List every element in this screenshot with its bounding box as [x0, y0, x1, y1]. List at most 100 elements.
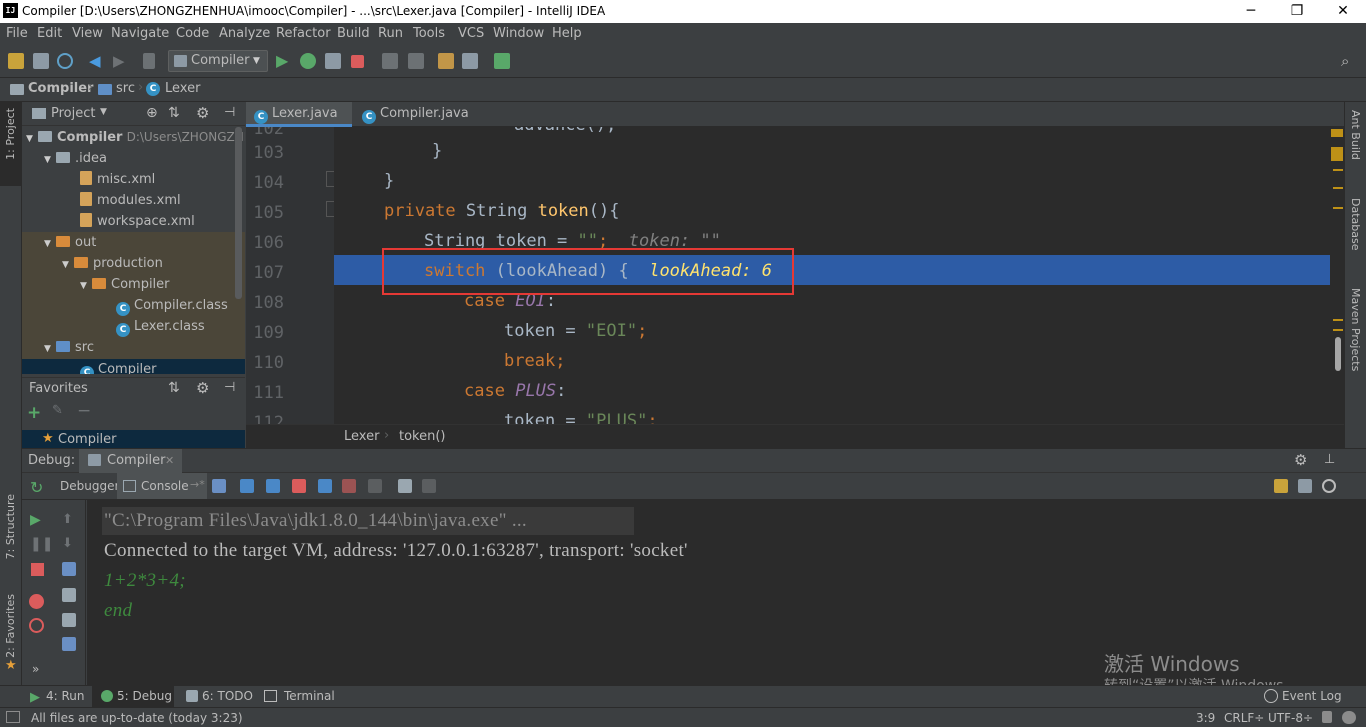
build-icon[interactable] [382, 53, 398, 69]
back-arrow-icon[interactable]: ◀ [89, 53, 105, 69]
hide-icon[interactable]: ⊣ [224, 380, 235, 395]
coverage-icon[interactable] [325, 53, 341, 69]
tree-item-src[interactable]: ▼ src [44, 337, 94, 358]
tree-scrollbar[interactable] [235, 127, 242, 299]
step-out-icon[interactable] [318, 479, 332, 493]
close-button[interactable]: ✕ [1320, 0, 1366, 23]
breadcrumb-project[interactable]: Compiler [28, 81, 93, 96]
hide-icon[interactable]: ⊣ [224, 105, 235, 120]
crumb-lexer[interactable]: Lexer [344, 429, 379, 444]
favorites-tool-button[interactable]: 2: Favorites [4, 594, 17, 658]
force-step-into-icon[interactable] [292, 479, 306, 493]
view-breakpoints-icon[interactable] [29, 594, 44, 609]
drop-frame-icon[interactable] [342, 479, 356, 493]
stop-icon[interactable] [351, 55, 364, 68]
menu-build[interactable]: Build [337, 26, 370, 41]
collapse-icon[interactable]: ⇅ [168, 105, 180, 121]
minimize-button[interactable]: ─ [1228, 0, 1274, 23]
line-separator[interactable]: CRLF÷ [1224, 711, 1264, 725]
fold-marker-icon[interactable] [326, 201, 334, 217]
tree-item-compiler[interactable]: ▼ Compiler D:\Users\ZHONGZHE [26, 127, 245, 148]
close-tab-icon[interactable]: ✕ [165, 454, 174, 467]
remove-icon[interactable]: − [77, 401, 91, 421]
tree-item-production[interactable]: ▼ production [62, 253, 163, 274]
binary-icon[interactable] [143, 53, 155, 69]
maximize-button[interactable]: ❐ [1274, 0, 1320, 23]
tab-todo[interactable]: 6: TODO [202, 686, 253, 708]
warning-marker[interactable] [1331, 129, 1343, 137]
run-icon[interactable]: ▶ [276, 53, 292, 69]
edit-icon[interactable]: ✎ [52, 403, 63, 418]
search-icon[interactable]: ⌕ [1341, 53, 1357, 69]
soft-wrap-icon[interactable] [62, 562, 76, 576]
print-icon[interactable] [62, 613, 76, 627]
menu-file[interactable]: File [6, 26, 28, 41]
step-into-icon[interactable] [266, 479, 280, 493]
gear-icon[interactable]: ⚙ [196, 379, 209, 397]
ant-build-tool-button[interactable]: Ant Build [1349, 110, 1362, 160]
target-icon[interactable]: ⊕ [146, 105, 158, 121]
menu-code[interactable]: Code [176, 26, 209, 41]
settings-icon[interactable] [1322, 479, 1336, 493]
scroll-thumb[interactable] [1335, 337, 1341, 371]
tree-item-workspace-xml[interactable]: workspace.xml [80, 211, 195, 232]
run-to-cursor-icon[interactable] [368, 479, 382, 493]
tab-run[interactable]: 4: Run [46, 686, 85, 708]
lock-icon[interactable] [1322, 711, 1332, 723]
tool-windows-icon[interactable] [6, 711, 20, 723]
inspector-icon[interactable] [1342, 711, 1356, 724]
tree-item-modules-xml[interactable]: modules.xml [80, 190, 181, 211]
tab-compiler-java[interactable]: CCompiler.java ✕ [354, 102, 478, 144]
rerun-icon[interactable]: ↻ [30, 478, 43, 497]
maven-tool-button[interactable]: Maven Projects [1349, 288, 1362, 371]
breadcrumb-lexer[interactable]: Lexer [165, 81, 200, 96]
pause-icon[interactable]: ❚❚ [30, 536, 53, 552]
restore-layout-icon[interactable] [1298, 479, 1312, 493]
tree-item-compiler-src[interactable]: C Compiler [80, 359, 157, 374]
tree-item-compiler-class[interactable]: C Compiler.class [116, 295, 228, 316]
hide-icon[interactable]: ⊥ [1324, 452, 1335, 467]
collapse-icon[interactable]: ⇅ [168, 380, 180, 396]
gear-icon[interactable]: ⚙ [1294, 451, 1307, 469]
save-icon[interactable] [33, 53, 49, 69]
tree-item-idea[interactable]: ▼ .idea [44, 148, 107, 169]
event-log-tab[interactable]: Event Log [1282, 686, 1342, 708]
tab-console[interactable]: Console [141, 479, 189, 493]
tree-item-lexer-class[interactable]: C Lexer.class [116, 316, 205, 337]
menu-run[interactable]: Run [378, 26, 403, 41]
console-output[interactable]: "C:\Program Files\Java\jdk1.8.0_144\bin\… [87, 500, 1366, 685]
down-arrow-icon[interactable]: ⬇ [62, 536, 73, 551]
favorites-item-compiler[interactable]: Compiler [58, 432, 117, 447]
breadcrumb-src[interactable]: src [116, 81, 135, 96]
scroll-to-end-icon[interactable] [62, 588, 76, 602]
tree-item-out[interactable]: ▼ out [44, 232, 96, 253]
project-structure-icon[interactable] [462, 53, 478, 69]
add-icon[interactable]: + [27, 403, 41, 423]
evaluate-icon[interactable] [398, 479, 412, 493]
tab-lexer-java[interactable]: CLexer.java ✕ [246, 102, 352, 144]
fold-marker-icon[interactable] [326, 171, 334, 187]
open-folder-icon[interactable] [8, 53, 24, 69]
menu-tools[interactable]: Tools [413, 26, 445, 41]
resume-icon[interactable]: ▶ [30, 512, 41, 528]
tab-debug[interactable]: 5: Debug [117, 686, 172, 708]
structure-tool-button[interactable]: 7: Structure [4, 494, 17, 559]
project-tool-button[interactable]: 1: Project [4, 108, 17, 160]
caret-position[interactable]: 3:9 [1196, 711, 1215, 725]
sdk-icon[interactable] [494, 53, 510, 69]
editor-scrollbar[interactable] [1330, 127, 1344, 424]
warning-marker[interactable] [1331, 147, 1343, 161]
pin-icon[interactable]: →* [190, 478, 205, 491]
up-arrow-icon[interactable]: ⬆ [62, 512, 73, 527]
menu-navigate[interactable]: Navigate [111, 26, 169, 41]
menu-edit[interactable]: Edit [37, 26, 62, 41]
menu-view[interactable]: View [72, 26, 103, 41]
menu-analyze[interactable]: Analyze [219, 26, 270, 41]
trace-icon[interactable] [422, 479, 436, 493]
file-encoding[interactable]: UTF-8÷ [1268, 711, 1313, 725]
debug-icon[interactable] [300, 53, 316, 69]
tab-terminal[interactable]: Terminal [284, 686, 335, 708]
more-icon[interactable]: » [32, 662, 39, 676]
stop-icon[interactable] [31, 563, 44, 576]
tree-item-compiler-folder[interactable]: ▼ Compiler [80, 274, 170, 295]
